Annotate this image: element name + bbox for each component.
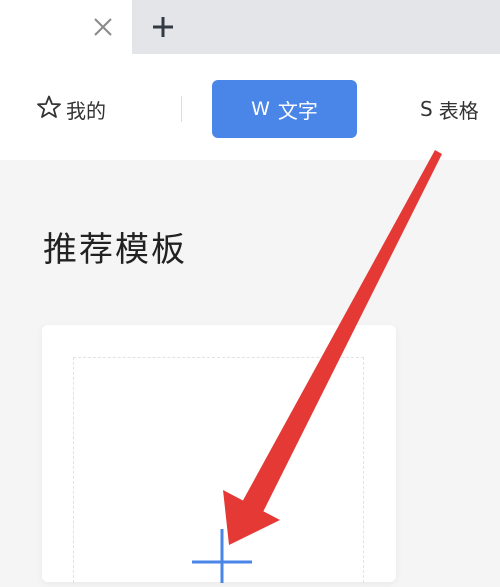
plus-icon (182, 507, 262, 583)
new-blank-template-card[interactable] (42, 325, 396, 583)
close-icon[interactable] (90, 14, 116, 40)
toolbar-divider (181, 96, 182, 122)
section-title: 推荐模板 (43, 230, 187, 270)
star-outline-icon (36, 94, 62, 125)
category-toolbar: 我的 W 文字 S 表格 (0, 54, 500, 160)
tab-strip (0, 0, 500, 54)
new-tab-button[interactable] (148, 12, 178, 42)
sheet-icon: S (420, 97, 433, 121)
category-mine[interactable]: 我的 (36, 94, 106, 124)
plus-icon (153, 17, 173, 37)
active-tab[interactable] (0, 0, 132, 54)
category-sheet[interactable]: S 表格 (420, 94, 479, 124)
writer-icon: W (251, 98, 270, 120)
category-sheet-label: 表格 (438, 98, 479, 123)
category-writer-label: 文字 (277, 98, 318, 123)
category-writer-button[interactable]: W 文字 (212, 80, 357, 138)
category-mine-label: 我的 (66, 98, 106, 123)
